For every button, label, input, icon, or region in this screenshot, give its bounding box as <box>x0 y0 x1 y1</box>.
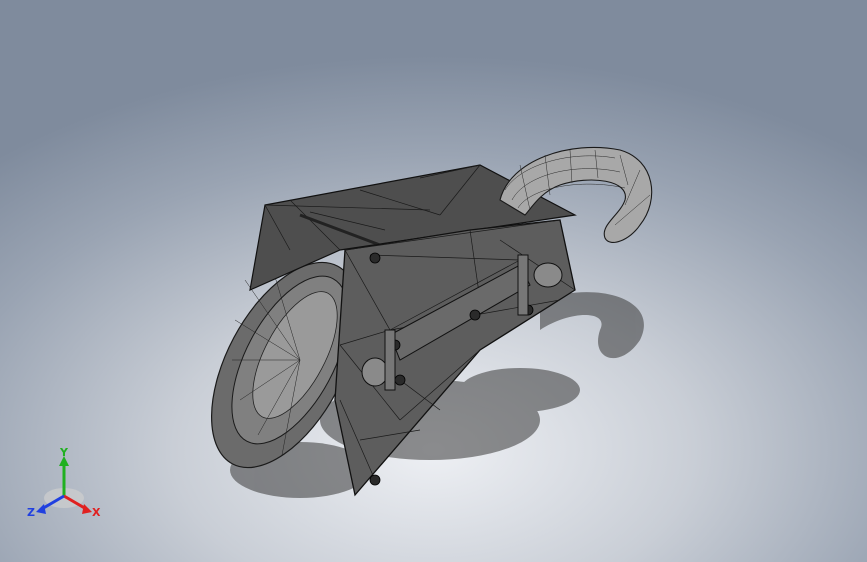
orientation-triad: Y X Z <box>27 448 101 519</box>
graphics-viewport[interactable]: Y X Z <box>0 0 867 562</box>
x-arrow-icon <box>82 504 92 514</box>
hook-block-model[interactable] <box>0 0 867 562</box>
x-axis-label: X <box>92 506 101 519</box>
z-arrow-icon <box>36 504 46 514</box>
y-axis-label: Y <box>59 448 69 459</box>
z-axis-label: Z <box>27 506 35 519</box>
